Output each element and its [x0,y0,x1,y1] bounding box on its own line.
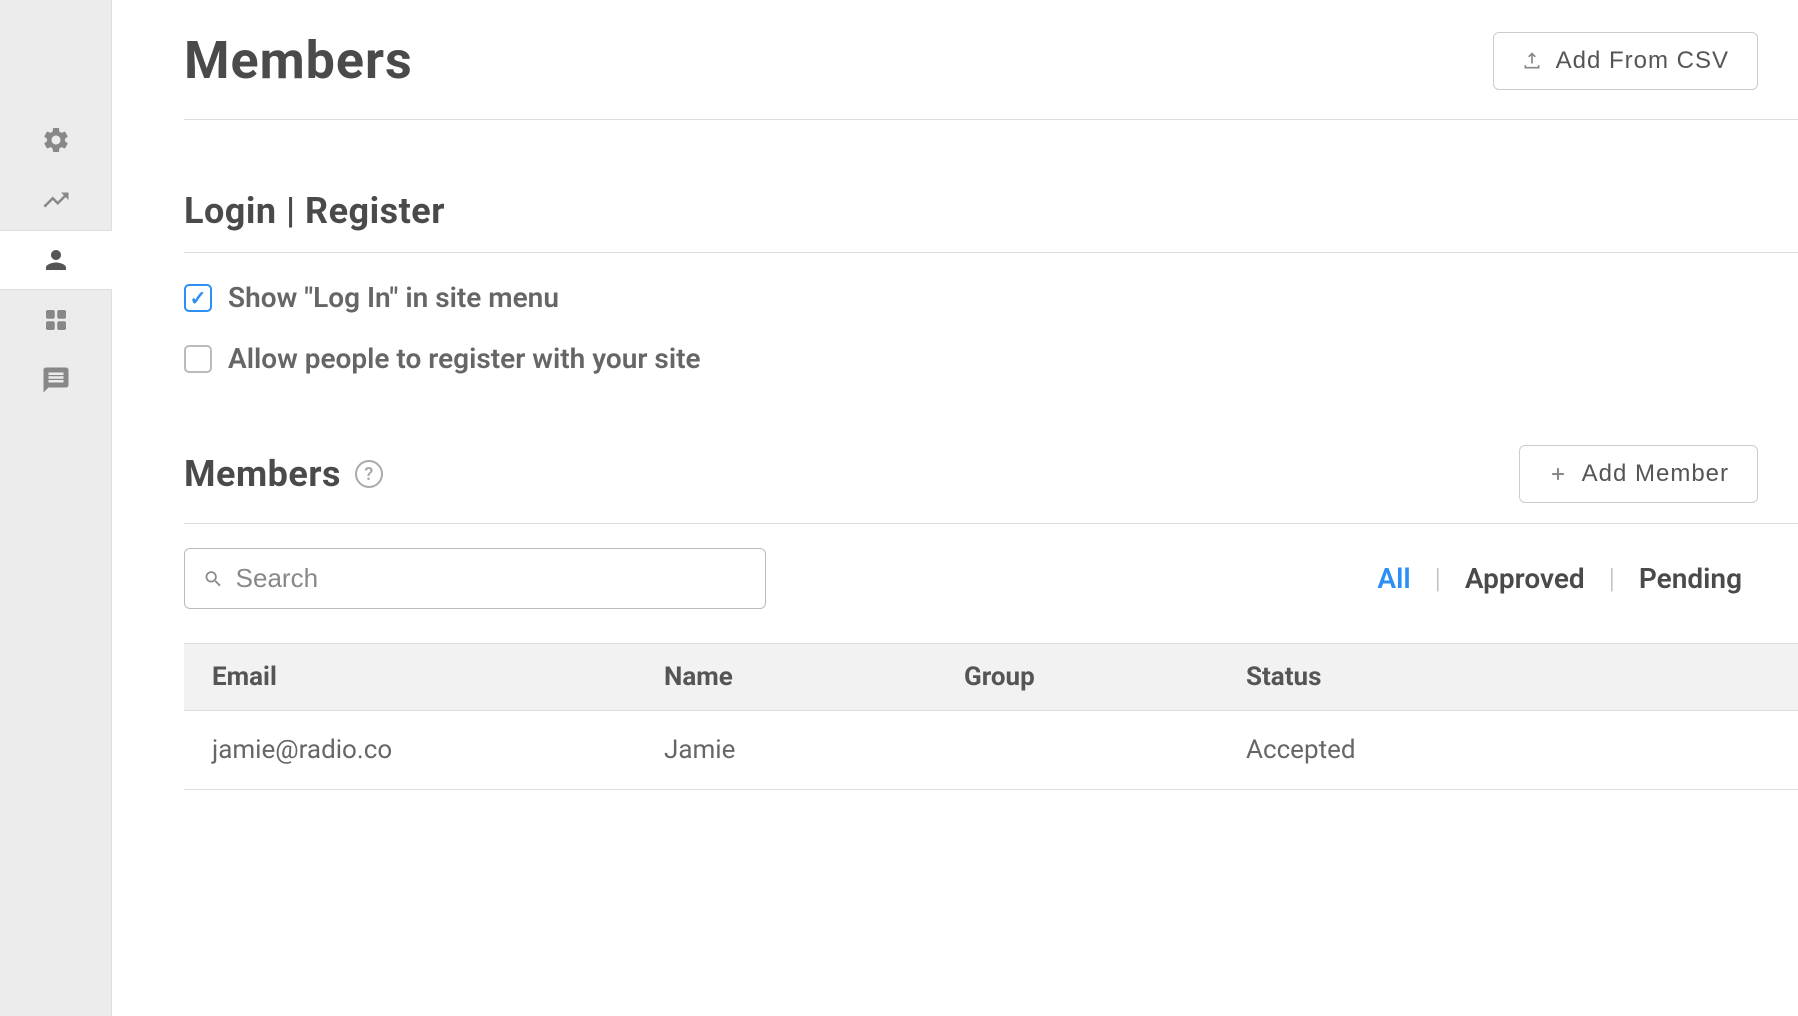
gear-icon [41,125,71,155]
members-title-text: Members [184,453,341,495]
plus-icon [1548,464,1568,484]
add-from-csv-label: Add From CSV [1556,47,1729,75]
col-header-group: Group [964,662,1246,692]
cell-email: jamie@radio.co [212,735,664,765]
allow-register-checkbox[interactable] [184,345,212,373]
col-header-status: Status [1246,662,1770,692]
members-table: Email Name Group Status jamie@radio.co J… [184,643,1798,790]
filter-separator: | [1435,562,1441,595]
allow-register-label: Allow people to register with your site [228,342,701,375]
main-content: Members Add From CSV Login | Register Sh… [112,0,1798,1016]
add-from-csv-button[interactable]: Add From CSV [1493,32,1758,90]
sidebar-item-settings[interactable] [0,110,112,170]
grid-icon [41,305,71,335]
show-login-row: Show "Log In" in site menu [184,281,1798,314]
page-header: Members Add From CSV [184,30,1798,120]
login-register-section: Login | Register Show "Log In" in site m… [184,190,1798,375]
help-icon[interactable]: ? [355,460,383,488]
person-icon [41,245,71,275]
search-filter-row: All | Approved | Pending [184,548,1798,609]
filter-pending[interactable]: Pending [1639,562,1742,595]
show-login-checkbox[interactable] [184,284,212,312]
members-section-header: Members ? Add Member [184,445,1798,524]
cell-group [964,735,1246,765]
add-member-label: Add Member [1582,460,1729,488]
sidebar-item-apps[interactable] [0,290,112,350]
login-register-title: Login | Register [184,190,445,232]
members-section: Members ? Add Member All | Approved | Pe… [184,445,1798,790]
sidebar-item-members[interactable] [0,230,112,290]
chat-icon [41,365,71,395]
filter-separator: | [1609,562,1615,595]
search-input[interactable] [236,563,747,594]
upload-icon [1522,51,1542,71]
allow-register-row: Allow people to register with your site [184,342,1798,375]
table-header: Email Name Group Status [184,643,1798,711]
search-box[interactable] [184,548,766,609]
login-register-header: Login | Register [184,190,1798,253]
col-header-name: Name [664,662,964,692]
col-header-email: Email [212,662,664,692]
search-icon [203,568,224,590]
page-title: Members [184,30,413,91]
cell-name: Jamie [664,735,964,765]
trend-icon [41,185,71,215]
filter-all[interactable]: All [1377,562,1410,595]
filter-approved[interactable]: Approved [1465,562,1585,595]
filter-tabs: All | Approved | Pending [1377,562,1742,595]
cell-status: Accepted [1246,735,1770,765]
sidebar [0,0,112,1016]
table-row[interactable]: jamie@radio.co Jamie Accepted [184,711,1798,790]
sidebar-item-comments[interactable] [0,350,112,410]
members-section-title: Members ? [184,453,383,495]
add-member-button[interactable]: Add Member [1519,445,1758,503]
show-login-label: Show "Log In" in site menu [228,281,559,314]
sidebar-item-analytics[interactable] [0,170,112,230]
